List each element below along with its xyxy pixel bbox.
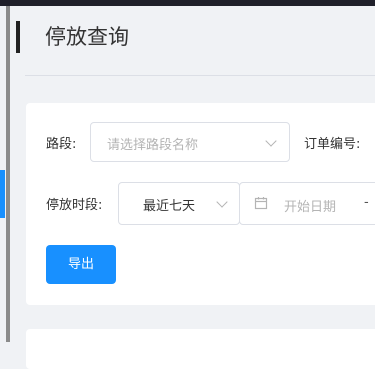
start-date-placeholder: 开始日期 <box>284 200 337 215</box>
quick-range-value: 最近七天 <box>143 199 196 214</box>
sidebar-active-indicator <box>0 170 5 218</box>
order-number-label: 订单编号: <box>304 137 361 152</box>
date-range-separator: - <box>364 195 369 210</box>
date-range-picker[interactable]: 开始日期 - <box>239 182 375 225</box>
road-select-placeholder: 请选择路段名称 <box>107 138 199 153</box>
period-label: 停放时段: <box>46 198 103 213</box>
top-nav-bar <box>0 0 375 6</box>
results-card <box>26 329 375 369</box>
sidebar-scrollbar[interactable] <box>6 6 10 342</box>
page-title: 停放查询 <box>45 25 129 49</box>
calendar-icon <box>254 197 268 210</box>
export-button[interactable]: 导出 <box>46 245 116 284</box>
road-select[interactable]: 请选择路段名称 <box>90 122 290 162</box>
quick-range-select[interactable]: 最近七天 <box>118 182 240 225</box>
chevron-down-icon <box>216 196 228 208</box>
chevron-down-icon <box>265 135 277 147</box>
road-label: 路段: <box>46 137 77 152</box>
page-title-accent <box>16 21 20 53</box>
header-divider <box>25 75 375 76</box>
